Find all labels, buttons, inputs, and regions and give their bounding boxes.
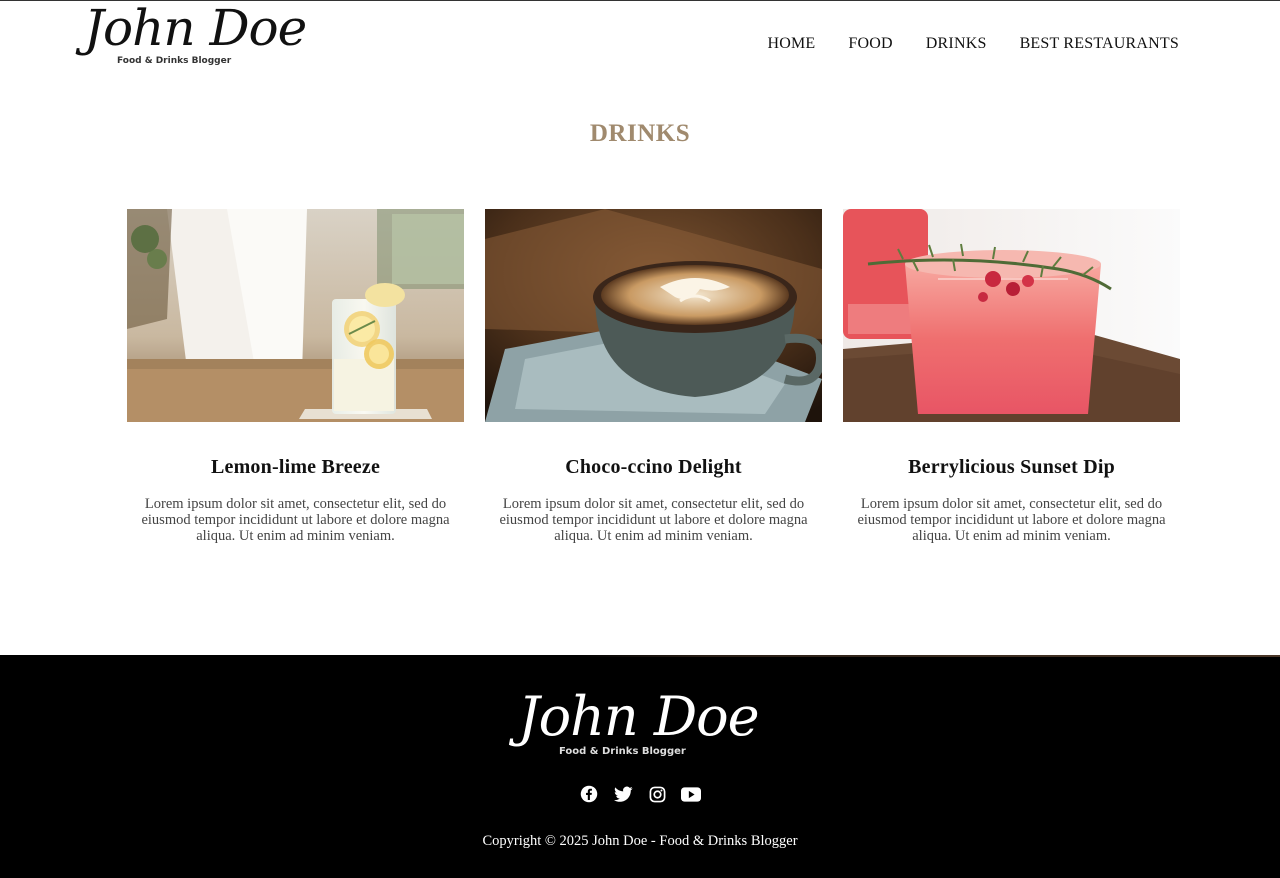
drink-title[interactable]: Berrylicious Sunset Dip bbox=[843, 456, 1180, 479]
footer-logo[interactable]: John Doe Food & Drinks Blogger bbox=[518, 685, 768, 767]
drink-description: Lorem ipsum dolor sit amet, consectetur … bbox=[857, 496, 1166, 544]
drink-card: Choco-ccino Delight Lorem ipsum dolor si… bbox=[485, 209, 822, 544]
nav-best-restaurants[interactable]: BEST RESTAURANTS bbox=[1020, 35, 1179, 53]
facebook-icon[interactable] bbox=[579, 784, 599, 804]
drink-card: Lemon-lime Breeze Lorem ipsum dolor sit … bbox=[127, 209, 464, 544]
footer-logo-tagline: Food & Drinks Blogger bbox=[559, 746, 686, 757]
footer-logo-name: John Doe bbox=[518, 685, 760, 748]
drink-image-lemon[interactable] bbox=[127, 209, 464, 422]
main-nav: HOME FOOD DRINKS BEST RESTAURANTS bbox=[768, 35, 1180, 53]
page-title: DRINKS bbox=[589, 120, 691, 147]
drink-title[interactable]: Lemon-lime Breeze bbox=[127, 456, 464, 479]
site-header: John Doe Food & Drinks Blogger HOME FOOD… bbox=[0, 0, 1280, 89]
drinks-grid: Lemon-lime Breeze Lorem ipsum dolor sit … bbox=[127, 209, 1180, 549]
drink-image-coffee[interactable] bbox=[485, 209, 822, 422]
footer-edge bbox=[0, 655, 1280, 657]
twitter-icon[interactable] bbox=[613, 784, 633, 804]
nav-food[interactable]: FOOD bbox=[848, 35, 892, 53]
logo-tagline: Food & Drinks Blogger bbox=[117, 56, 232, 66]
drink-description: Lorem ipsum dolor sit amet, consectetur … bbox=[499, 496, 808, 544]
drink-title[interactable]: Choco-ccino Delight bbox=[485, 456, 822, 479]
copyright-text: Copyright © 2025 John Doe - Food & Drink… bbox=[482, 833, 798, 849]
nav-home[interactable]: HOME bbox=[768, 35, 816, 53]
social-links bbox=[0, 784, 1280, 804]
logo-name: John Doe bbox=[84, 0, 307, 57]
drink-description: Lorem ipsum dolor sit amet, consectetur … bbox=[141, 496, 450, 544]
drink-image-berry[interactable] bbox=[843, 209, 1180, 422]
site-footer: John Doe Food & Drinks Blogger Copyright… bbox=[0, 655, 1280, 878]
instagram-icon[interactable] bbox=[647, 784, 667, 804]
drink-card: Berrylicious Sunset Dip Lorem ipsum dolo… bbox=[843, 209, 1180, 544]
youtube-icon[interactable] bbox=[681, 784, 701, 804]
nav-drinks[interactable]: DRINKS bbox=[926, 35, 987, 53]
site-logo[interactable]: John Doe Food & Drinks Blogger bbox=[84, 0, 307, 75]
